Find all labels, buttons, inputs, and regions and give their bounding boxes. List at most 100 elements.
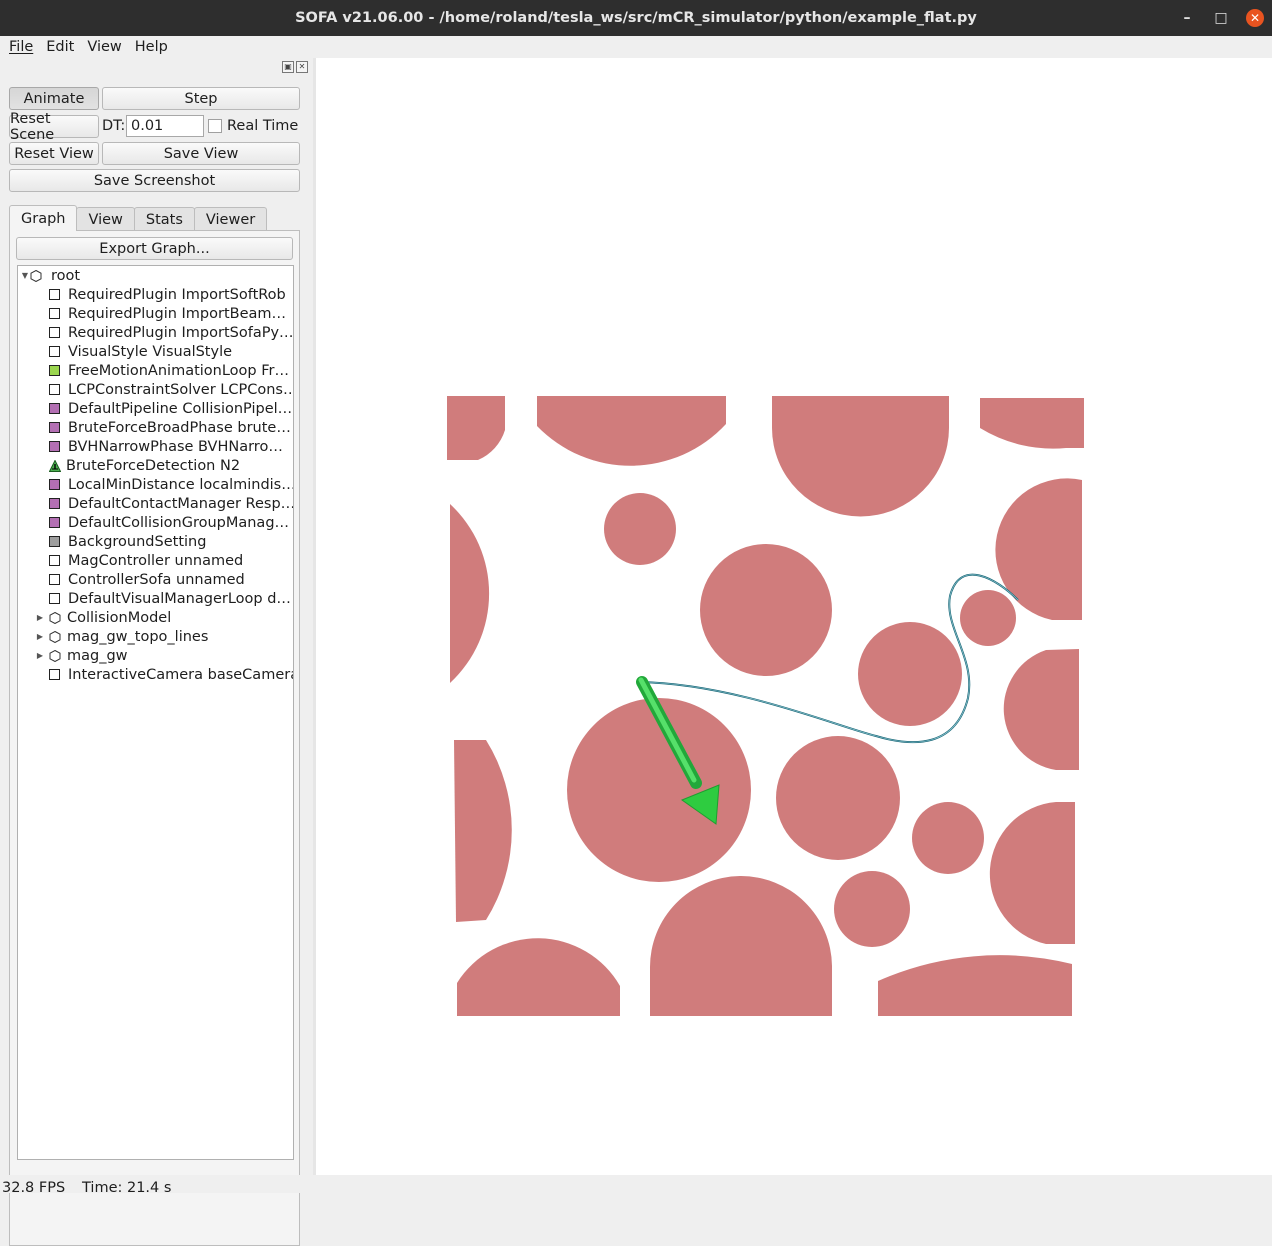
minimize-icon[interactable]: –	[1170, 0, 1204, 36]
tree-item[interactable]: DefaultCollisionGroupManag…	[35, 513, 289, 532]
node-icon	[49, 630, 61, 643]
control-panel: ▣ ✕ Animate Step Reset Scene DT: Real Ti…	[0, 58, 313, 1246]
component-icon	[49, 308, 60, 319]
tree-item[interactable]: BackgroundSetting	[35, 532, 206, 551]
tab-stats[interactable]: Stats	[133, 207, 195, 231]
obstacle	[772, 396, 949, 517]
obstacle	[700, 544, 832, 676]
tree-item-label: MagController unnamed	[68, 552, 244, 569]
tree-item-label: BVHNarrowPhase BVHNarro…	[68, 438, 283, 455]
component-icon	[49, 403, 60, 414]
tree-item[interactable]: ▶ mag_gw_topo_lines	[35, 627, 208, 646]
tree-item[interactable]: MagController unnamed	[35, 551, 243, 570]
3d-viewer[interactable]	[316, 58, 1272, 1175]
tree-item[interactable]: ▶ mag_gw	[35, 646, 128, 665]
tree-item-label: DefaultContactManager Resp…	[68, 495, 294, 512]
tree-item-label: DefaultPipeline CollisionPipel…	[68, 400, 293, 417]
menu-help[interactable]: Help	[126, 39, 172, 55]
menu-edit[interactable]: Edit	[37, 39, 78, 55]
tree-item-label: mag_gw_topo_lines	[67, 628, 209, 645]
obstacle	[649, 876, 832, 1016]
tab-graph[interactable]: Graph	[9, 205, 78, 231]
tree-item-label: BruteForceBroadPhase brute…	[68, 419, 291, 436]
tree-item[interactable]: BruteForceBroadPhase brute…	[35, 418, 291, 437]
step-button[interactable]: Step	[102, 87, 300, 110]
tree-item[interactable]: FreeMotionAnimationLoop Fr…	[35, 361, 289, 380]
tree-item[interactable]: InteractiveCamera baseCamera	[35, 665, 293, 684]
animate-button[interactable]: Animate	[9, 87, 99, 110]
tree-item[interactable]: ControllerSofa unnamed	[35, 570, 245, 589]
obstacle	[447, 396, 505, 460]
maximize-icon[interactable]: □	[1204, 0, 1238, 36]
tree-item[interactable]: DefaultVisualManagerLoop d…	[35, 589, 291, 608]
tree-item[interactable]: BVHNarrowPhase BVHNarro…	[35, 437, 283, 456]
tree-item-label: RequiredPlugin ImportSofaPy…	[68, 324, 294, 341]
export-graph-button[interactable]: Export Graph...	[16, 237, 293, 260]
component-icon	[49, 441, 60, 452]
node-icon	[49, 649, 61, 662]
tree-root[interactable]: ▼ root	[20, 266, 80, 285]
tree-item-label: mag_gw	[67, 647, 128, 664]
dt-input[interactable]	[126, 115, 204, 137]
save-screenshot-button[interactable]: Save Screenshot	[9, 169, 300, 192]
scene-canvas[interactable]	[316, 58, 1272, 1175]
obstacle	[858, 622, 962, 726]
expand-arrow-icon[interactable]: ▶	[35, 632, 45, 641]
tree-item[interactable]: RequiredPlugin ImportSofaPy…	[35, 323, 294, 342]
tree-item-label: RequiredPlugin ImportSoftRob	[68, 286, 286, 303]
tree-item[interactable]: VisualStyle VisualStyle	[35, 342, 232, 361]
reset-scene-button[interactable]: Reset Scene	[9, 111, 99, 143]
save-view-button[interactable]: Save View	[102, 142, 300, 165]
float-dock-icon[interactable]: ▣	[282, 61, 294, 73]
obstacle	[457, 938, 620, 1016]
component-icon	[49, 365, 60, 376]
window-controls: – □ ✕	[1170, 0, 1272, 36]
obstacle	[1003, 649, 1079, 770]
component-icon	[49, 536, 60, 547]
tab-view[interactable]: View	[76, 207, 135, 231]
tree-item-label: DefaultCollisionGroupManag…	[68, 514, 290, 531]
menu-view[interactable]: View	[78, 39, 125, 55]
obstacle	[450, 504, 490, 683]
close-dock-icon[interactable]: ✕	[296, 61, 308, 73]
real-time-checkbox[interactable]	[208, 119, 222, 133]
real-time-label: Real Time	[227, 118, 299, 134]
component-icon	[49, 327, 60, 338]
obstacle	[776, 736, 900, 860]
tree-item[interactable]: RequiredPlugin ImportBeam…	[35, 304, 286, 323]
tree-item-label: BruteForceDetection N2	[66, 457, 241, 474]
tree-item[interactable]: LCPConstraintSolver LCPCons…	[35, 380, 293, 399]
component-icon	[49, 384, 60, 395]
expand-arrow-icon[interactable]: ▶	[35, 613, 45, 622]
menu-file[interactable]: File	[0, 39, 37, 55]
menu-bar: File Edit View Help	[0, 36, 1272, 59]
fps-label: 32.8 FPS	[2, 1180, 66, 1196]
component-icon	[49, 555, 60, 566]
obstacles	[447, 396, 1084, 1016]
tree-item[interactable]: BruteForceDetection N2	[35, 456, 240, 475]
tree-item[interactable]: ▶ CollisionModel	[35, 608, 171, 627]
expand-arrow-icon[interactable]: ▶	[35, 651, 45, 660]
tree-item-label: LocalMinDistance localmindis…	[68, 476, 294, 493]
reset-view-button[interactable]: Reset View	[9, 142, 99, 165]
obstacle	[995, 478, 1082, 620]
tree-item[interactable]: DefaultContactManager Resp…	[35, 494, 294, 513]
tree-item-label: DefaultVisualManagerLoop d…	[68, 590, 291, 607]
tree-item[interactable]: DefaultPipeline CollisionPipel…	[35, 399, 292, 418]
warning-icon	[49, 459, 61, 472]
close-icon[interactable]: ✕	[1246, 9, 1264, 27]
tree-item[interactable]: LocalMinDistance localmindis…	[35, 475, 294, 494]
obstacle	[912, 802, 984, 874]
component-icon	[49, 346, 60, 357]
component-icon	[49, 517, 60, 528]
expand-arrow-icon[interactable]: ▼	[20, 271, 30, 280]
status-bar: 32.8 FPS Time: 21.4 s	[0, 1175, 1272, 1196]
window-title: SOFA v21.06.00 - /home/roland/tesla_ws/s…	[295, 10, 977, 26]
scene-graph-tree[interactable]: ▼ root RequiredPlugin ImportSoftRob Requi…	[17, 265, 294, 1160]
obstacle	[834, 871, 910, 947]
node-icon	[30, 269, 42, 282]
node-icon	[49, 611, 61, 624]
tab-viewer[interactable]: Viewer	[193, 207, 268, 231]
tree-item[interactable]: RequiredPlugin ImportSoftRob	[35, 285, 286, 304]
component-icon	[49, 498, 60, 509]
